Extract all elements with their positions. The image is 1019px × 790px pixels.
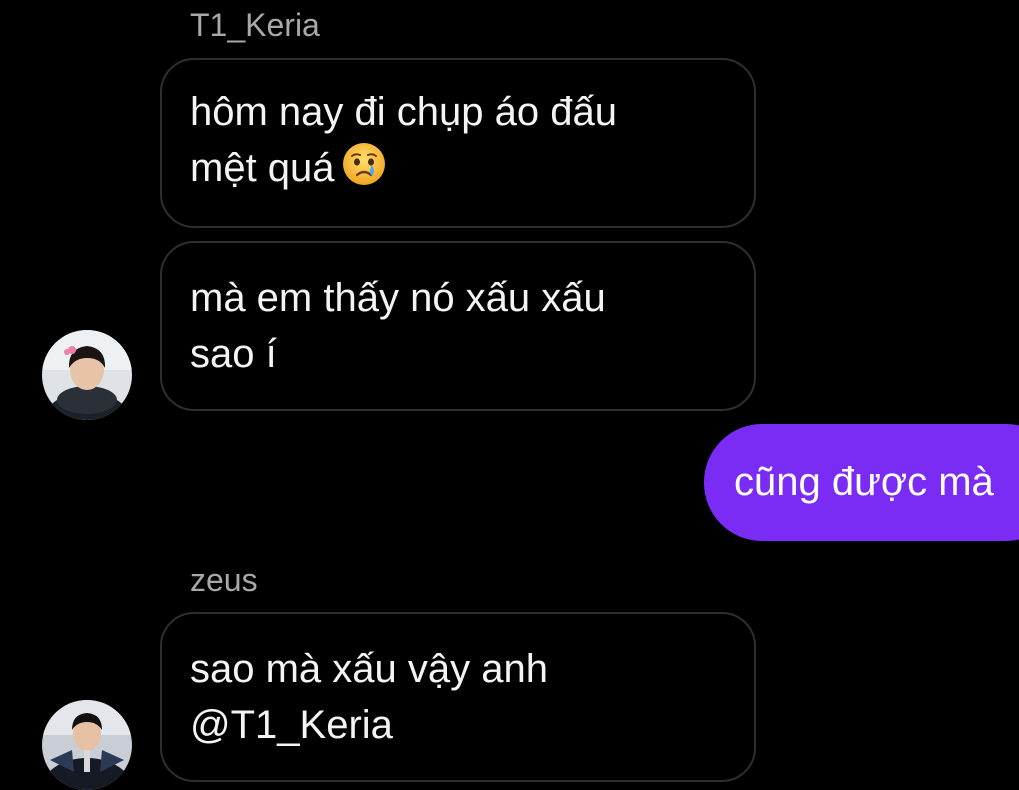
- message-line: mệt quá: [190, 146, 335, 190]
- incoming-message-bubble[interactable]: sao mà xấu vậy anh @T1_Keria: [160, 612, 756, 782]
- avatar-image: [42, 330, 132, 420]
- message-mention[interactable]: @T1_Keria: [190, 697, 548, 753]
- crying-face-icon: [341, 141, 387, 202]
- avatar-t1-keria[interactable]: [42, 330, 132, 420]
- message-line-with-emoji: mệt quá: [190, 140, 617, 202]
- outgoing-message-bubble[interactable]: cũng được mà: [704, 424, 1019, 541]
- avatar-zeus[interactable]: [42, 700, 132, 790]
- message-line: sao í: [190, 332, 277, 376]
- message-text: mà em thấy nó xấu xấu sao í: [190, 270, 606, 382]
- incoming-message-bubble[interactable]: hôm nay đi chụp áo đấu mệt quá: [160, 58, 756, 228]
- message-text: sao mà xấu vậy anh @T1_Keria: [190, 641, 548, 753]
- sender-name-t1-keria[interactable]: T1_Keria: [190, 9, 320, 41]
- message-line: mà em thấy nó xấu xấu: [190, 276, 606, 320]
- message-line: hôm nay đi chụp áo đấu: [190, 90, 617, 134]
- incoming-message-bubble[interactable]: mà em thấy nó xấu xấu sao í: [160, 241, 756, 411]
- avatar-image: [42, 700, 132, 790]
- message-line: sao mà xấu vậy anh: [190, 647, 548, 691]
- sender-name-zeus[interactable]: zeus: [190, 564, 258, 596]
- outgoing-message-text: cũng được mà: [734, 460, 994, 504]
- message-text: hôm nay đi chụp áo đấu mệt quá: [190, 84, 617, 202]
